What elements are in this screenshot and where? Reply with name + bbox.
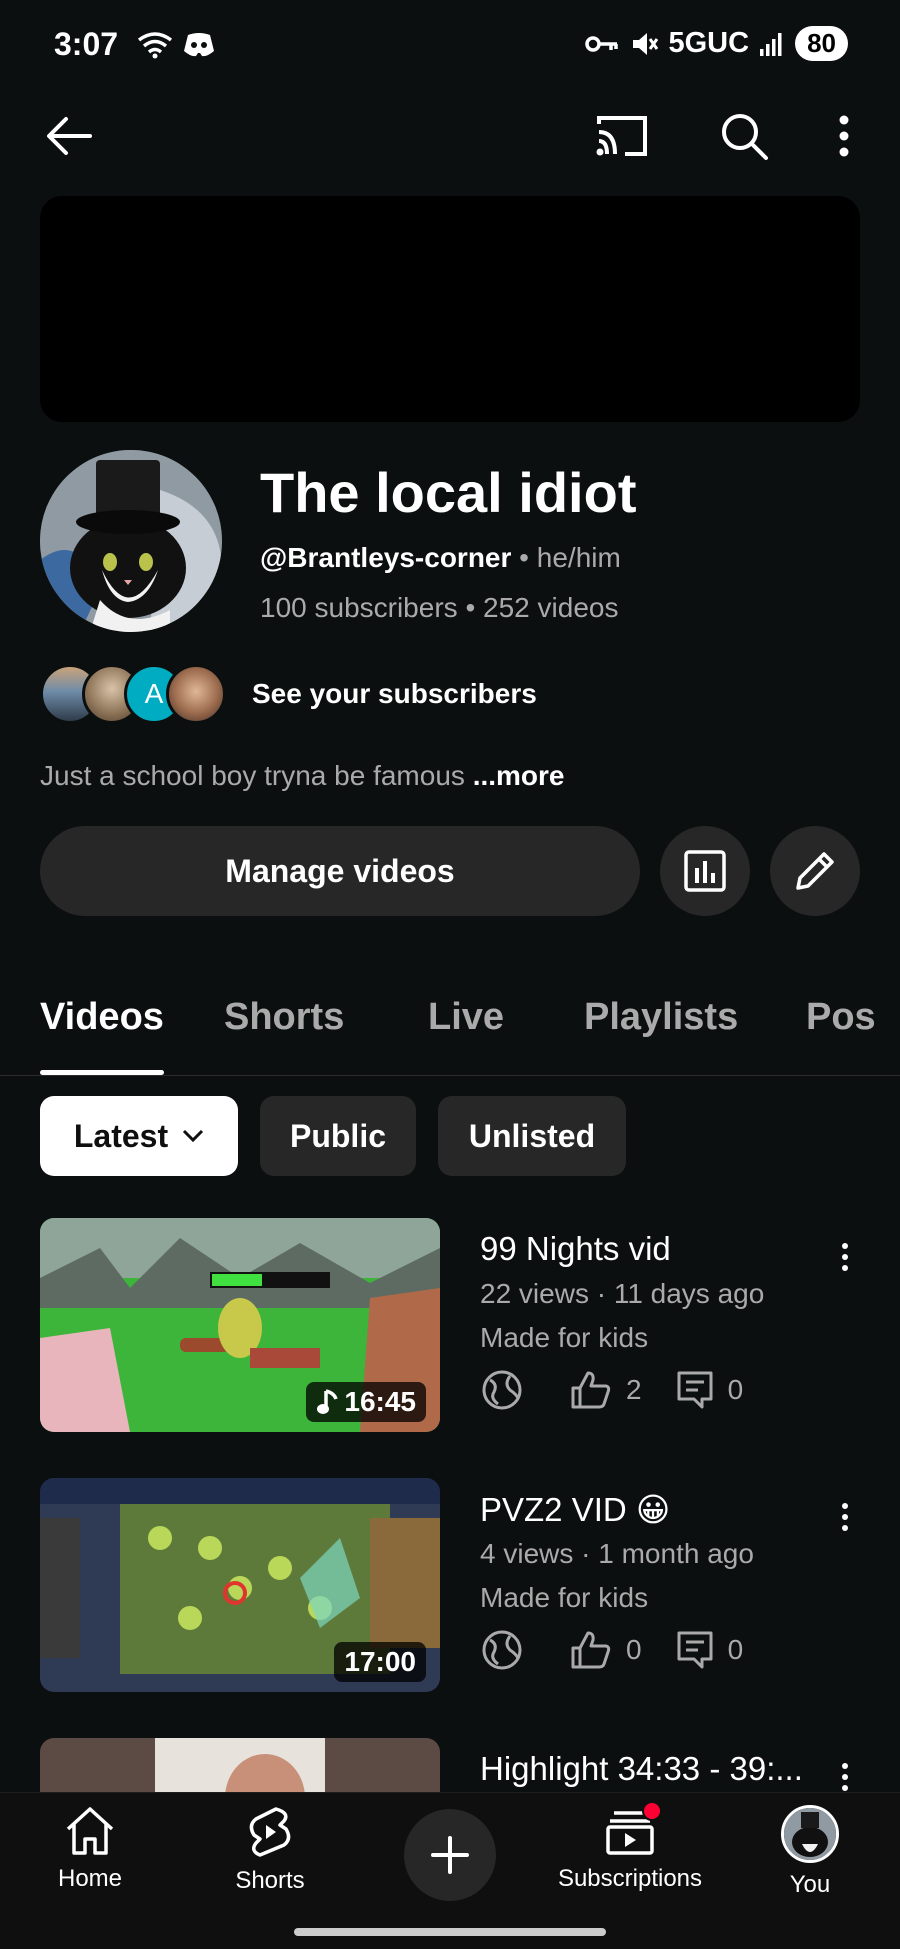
comment-icon	[677, 1631, 713, 1669]
video-thumbnail[interactable]: 16:45	[40, 1218, 440, 1432]
like-count: 0	[626, 1634, 642, 1665]
video-meta: 4 views · 1 month ago	[480, 1538, 754, 1569]
analytics-button[interactable]	[660, 826, 750, 916]
video-more-button[interactable]	[830, 1492, 860, 1542]
video-count: 252 videos	[483, 592, 619, 623]
tab-playlists[interactable]: Playlists	[584, 996, 738, 1039]
network-label: 5GUC	[668, 27, 750, 59]
more-vert-icon	[839, 115, 849, 157]
sort-latest-chip[interactable]: Latest	[40, 1096, 238, 1176]
globe-icon	[482, 1630, 522, 1670]
home-icon	[66, 1807, 114, 1855]
more-options-button[interactable]	[826, 110, 862, 162]
video-item[interactable]: Highlight 34:33 - 39:...	[40, 1738, 860, 1792]
thumbs-up-icon	[571, 1631, 611, 1669]
status-time: 3:07	[54, 26, 119, 62]
person-thumbnail-image	[40, 1738, 440, 1792]
search-button[interactable]	[712, 108, 776, 164]
video-title[interactable]: 99 Nights vid	[480, 1230, 840, 1268]
vpn-key-icon	[584, 35, 618, 52]
back-button[interactable]	[36, 110, 100, 162]
channel-tabs: Videos Shorts Live Playlists Pos	[0, 980, 900, 1076]
nav-shorts[interactable]: Shorts	[190, 1805, 350, 1895]
video-thumbnail[interactable]	[40, 1738, 440, 1792]
nav-subscriptions[interactable]: Subscriptions	[550, 1801, 710, 1893]
video-audience: Made for kids	[480, 1582, 649, 1613]
comment-icon	[677, 1371, 713, 1409]
wifi-icon	[137, 32, 173, 59]
separator-dot: •	[465, 592, 476, 623]
subscriber-avatars: A	[40, 664, 226, 724]
discord-icon	[184, 33, 214, 57]
see-subscribers-link[interactable]: See your subscribers	[252, 678, 537, 710]
filter-public-chip[interactable]: Public	[260, 1096, 416, 1176]
chevron-down-icon	[183, 1129, 204, 1143]
shorts-icon	[249, 1807, 291, 1857]
pencil-icon	[796, 852, 834, 890]
video-audience: Made for kids	[480, 1322, 649, 1353]
video-item[interactable]: 17:00 PVZ2 VID 😀 4 views · 1 month ago M…	[40, 1478, 860, 1694]
video-item[interactable]: 16:45 99 Nights vid 22 views · 11 days a…	[40, 1218, 860, 1434]
tab-live[interactable]: Live	[428, 996, 504, 1039]
cat-in-top-hat-avatar-image	[40, 450, 222, 632]
mute-icon	[632, 32, 658, 55]
channel-avatar[interactable]	[40, 450, 222, 632]
video-title[interactable]: Highlight 34:33 - 39:...	[480, 1750, 840, 1788]
battery-indicator: 80	[795, 26, 848, 61]
plus-icon	[431, 1836, 469, 1874]
tab-posts[interactable]: Pos	[806, 996, 876, 1039]
video-duration: 17:00	[334, 1642, 426, 1682]
channel-name: The local idiot	[260, 461, 637, 524]
comment-count: 0	[727, 1634, 744, 1665]
top-app-bar	[0, 100, 900, 172]
profile-avatar	[781, 1805, 839, 1863]
cat-avatar-image	[784, 1808, 836, 1860]
notification-dot	[642, 1801, 662, 1821]
music-note-icon	[317, 1389, 339, 1414]
channel-banner	[40, 196, 860, 422]
analytics-icon	[684, 850, 726, 892]
active-tab-indicator	[40, 1070, 164, 1075]
see-subscribers-row[interactable]: A See your subscribers	[40, 662, 537, 726]
status-bar: 3:07 5GUC 80	[0, 0, 900, 92]
channel-pronouns: he/him	[536, 542, 621, 573]
video-more-button[interactable]	[830, 1232, 860, 1282]
nav-home[interactable]: Home	[10, 1805, 170, 1893]
video-thumbnail[interactable]: 17:00	[40, 1478, 440, 1692]
video-stats: 2 0	[480, 1368, 743, 1412]
gesture-home-indicator[interactable]	[294, 1928, 606, 1936]
like-count: 2	[626, 1374, 642, 1405]
cast-icon	[596, 116, 647, 156]
bottom-navigation: Home Shorts Subscriptions You	[0, 1792, 900, 1949]
edit-channel-button[interactable]	[770, 826, 860, 916]
globe-icon	[482, 1370, 522, 1410]
comment-count: 0	[727, 1374, 744, 1405]
subscriber-avatar	[166, 664, 226, 724]
subscriber-count: 100 subscribers	[260, 592, 458, 623]
video-more-button[interactable]	[830, 1752, 860, 1792]
filter-unlisted-chip[interactable]: Unlisted	[438, 1096, 626, 1176]
nav-you[interactable]: You	[730, 1805, 890, 1899]
manage-videos-button[interactable]: Manage videos	[40, 826, 640, 916]
video-meta: 22 views · 11 days ago	[480, 1278, 765, 1309]
cast-button[interactable]	[590, 110, 654, 162]
signal-icon	[760, 32, 782, 56]
video-title[interactable]: PVZ2 VID 😀	[480, 1490, 840, 1529]
separator-dot: •	[519, 542, 529, 573]
channel-handle: @Brantleys-corner	[260, 542, 512, 573]
tab-videos[interactable]: Videos	[40, 996, 164, 1039]
thumbs-up-icon	[571, 1371, 611, 1409]
search-icon	[722, 114, 768, 160]
arrow-back-icon	[47, 117, 92, 155]
tab-shorts[interactable]: Shorts	[224, 996, 344, 1039]
more-link[interactable]: ...more	[473, 760, 565, 791]
video-duration: 16:45	[306, 1382, 426, 1422]
create-button[interactable]	[404, 1809, 496, 1901]
channel-description[interactable]: Just a school boy tryna be famous ...mor…	[40, 760, 565, 792]
video-stats: 0 0	[480, 1628, 743, 1672]
